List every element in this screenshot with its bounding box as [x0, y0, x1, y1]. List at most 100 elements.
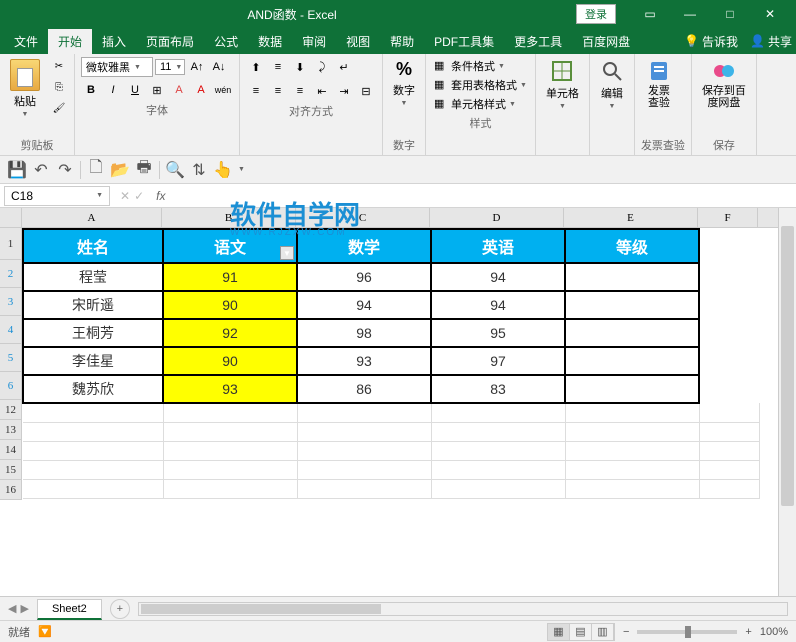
table-cell[interactable]: [431, 403, 565, 422]
column-header[interactable]: B: [162, 208, 296, 227]
font-size-select[interactable]: 11▼: [155, 59, 185, 75]
table-cell[interactable]: 94: [297, 291, 431, 319]
align-right-icon[interactable]: ≡: [290, 81, 310, 101]
redo-icon[interactable]: ↷: [56, 161, 74, 179]
table-row[interactable]: 宋昕遥909494: [23, 291, 759, 319]
cells-button[interactable]: 单元格 ▼: [542, 57, 583, 112]
table-cell[interactable]: [565, 347, 699, 375]
decrease-font-icon[interactable]: A↓: [209, 57, 229, 77]
table-header[interactable]: 姓名: [23, 229, 163, 263]
table-row[interactable]: [23, 460, 759, 479]
column-header[interactable]: E: [564, 208, 698, 227]
table-cell[interactable]: [163, 422, 297, 441]
align-middle-icon[interactable]: ≡: [268, 57, 288, 77]
wrap-text-icon[interactable]: ↵: [334, 57, 354, 77]
column-header[interactable]: C: [296, 208, 430, 227]
cell-styles-button[interactable]: ▦单元格样式▼: [432, 95, 529, 113]
table-cell[interactable]: [565, 460, 699, 479]
table-cell[interactable]: 98: [297, 319, 431, 347]
row-header[interactable]: 15: [0, 460, 22, 480]
increase-font-icon[interactable]: A↑: [187, 57, 207, 77]
table-cell[interactable]: [565, 479, 699, 498]
open-file-icon[interactable]: 📂: [111, 161, 129, 179]
table-cell[interactable]: [565, 291, 699, 319]
table-cell[interactable]: [23, 403, 163, 422]
save-to-cloud-button[interactable]: 保存到百度网盘: [698, 57, 750, 111]
border-button[interactable]: ⊞: [147, 80, 167, 100]
table-header[interactable]: 英语: [431, 229, 565, 263]
table-cell[interactable]: [23, 479, 163, 498]
table-row[interactable]: 魏苏欣938683: [23, 375, 759, 403]
format-as-table-button[interactable]: ▦套用表格格式▼: [432, 76, 529, 94]
table-cell[interactable]: 93: [297, 347, 431, 375]
column-header[interactable]: A: [22, 208, 162, 227]
column-header[interactable]: D: [430, 208, 564, 227]
share-button[interactable]: 👤 共享: [750, 33, 792, 50]
table-row[interactable]: [23, 422, 759, 441]
enter-formula-icon[interactable]: ✓: [134, 189, 144, 203]
table-row[interactable]: [23, 441, 759, 460]
table-cell[interactable]: 86: [297, 375, 431, 403]
column-header[interactable]: F: [698, 208, 758, 227]
table-cell[interactable]: [297, 403, 431, 422]
table-cell[interactable]: [565, 441, 699, 460]
horizontal-scrollbar[interactable]: [138, 602, 788, 616]
table-cell[interactable]: [23, 460, 163, 479]
row-header[interactable]: 12: [0, 400, 22, 420]
table-cell[interactable]: 93: [163, 375, 297, 403]
row-header[interactable]: 1: [0, 228, 22, 260]
row-header[interactable]: 4: [0, 316, 22, 344]
select-all-corner[interactable]: [0, 208, 22, 227]
row-header[interactable]: 2: [0, 260, 22, 288]
merge-center-icon[interactable]: ⊟: [356, 81, 376, 101]
new-file-icon[interactable]: 🗋: [87, 161, 105, 179]
conditional-formatting-button[interactable]: ▦条件格式▼: [432, 57, 529, 75]
minimize-icon[interactable]: —: [672, 4, 708, 24]
table-cell[interactable]: [163, 479, 297, 498]
table-cell[interactable]: [23, 441, 163, 460]
menu-more-tools[interactable]: 更多工具: [504, 29, 572, 54]
bold-button[interactable]: B: [81, 80, 101, 100]
save-icon[interactable]: 💾: [8, 161, 26, 179]
increase-indent-icon[interactable]: ⇥: [334, 81, 354, 101]
row-header[interactable]: 5: [0, 344, 22, 372]
row-header[interactable]: 3: [0, 288, 22, 316]
paste-button[interactable]: 粘贴 ▼: [6, 57, 44, 120]
italic-button[interactable]: I: [103, 80, 123, 100]
row-header[interactable]: 6: [0, 372, 22, 400]
data-table[interactable]: 姓名语文▼数学英语等级程莹919694宋昕遥909494王桐芳929895李佳星…: [22, 228, 760, 499]
menu-help[interactable]: 帮助: [380, 29, 424, 54]
align-bottom-icon[interactable]: ⬇: [290, 57, 310, 77]
table-cell[interactable]: [163, 441, 297, 460]
close-icon[interactable]: ✕: [752, 4, 788, 24]
align-top-icon[interactable]: ⬆: [246, 57, 266, 77]
table-row[interactable]: 王桐芳929895: [23, 319, 759, 347]
table-cell[interactable]: [565, 422, 699, 441]
table-cell[interactable]: 94: [431, 263, 565, 291]
table-cell[interactable]: [699, 460, 759, 479]
table-cell[interactable]: [699, 479, 759, 498]
font-color-button[interactable]: A: [191, 80, 211, 100]
qat-more-icon[interactable]: ▼: [238, 166, 245, 173]
fx-icon[interactable]: fx: [156, 189, 165, 203]
table-cell[interactable]: 宋昕遥: [23, 291, 163, 319]
row-header[interactable]: 16: [0, 480, 22, 500]
number-format-button[interactable]: % 数字 ▼: [389, 57, 419, 109]
format-painter-button[interactable]: 🖌: [50, 99, 68, 117]
font-name-select[interactable]: 微软雅黑▼: [81, 57, 153, 77]
page-layout-view-icon[interactable]: ▤: [570, 624, 592, 640]
tell-me[interactable]: 💡 告诉我: [684, 33, 738, 50]
menu-page-layout[interactable]: 页面布局: [136, 29, 204, 54]
table-cell[interactable]: 王桐芳: [23, 319, 163, 347]
menu-file[interactable]: 文件: [4, 29, 48, 54]
table-cell[interactable]: [699, 403, 759, 422]
undo-icon[interactable]: ↶: [32, 161, 50, 179]
ribbon-options-icon[interactable]: ▭: [632, 4, 668, 24]
filter-icon[interactable]: ▼: [280, 246, 294, 260]
table-cell[interactable]: [431, 479, 565, 498]
table-cell[interactable]: [431, 441, 565, 460]
table-header[interactable]: 语文▼: [163, 229, 297, 263]
table-cell[interactable]: 92: [163, 319, 297, 347]
table-cell[interactable]: 90: [163, 291, 297, 319]
table-cell[interactable]: [699, 422, 759, 441]
